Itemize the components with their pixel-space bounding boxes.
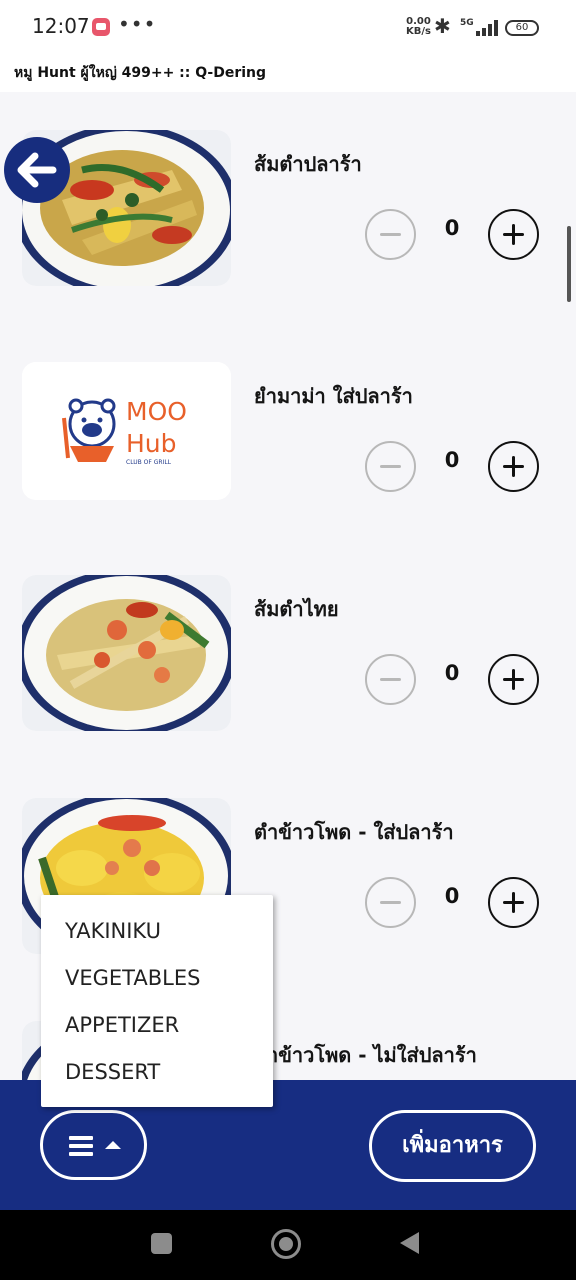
item-name: ส้มตำไทย bbox=[254, 597, 339, 621]
category-dropdown: YAKINIKU VEGETABLES APPETIZER DESSERT bbox=[41, 895, 273, 1107]
status-bar: 12:07 ••• 0.00 KB/s ✱ 5G 60 bbox=[0, 0, 576, 56]
logo-word-1: MOO bbox=[126, 397, 187, 426]
network-type: 5G bbox=[460, 18, 474, 28]
increase-quantity-button[interactable] bbox=[488, 441, 539, 492]
item-quantity: 0 bbox=[444, 661, 460, 685]
logo-tagline: CLUB OF GRILL bbox=[126, 459, 172, 466]
decrease-quantity-button[interactable] bbox=[365, 654, 416, 705]
item-quantity: 0 bbox=[444, 448, 460, 472]
bluetooth-icon: ✱ bbox=[434, 14, 451, 38]
category-option-dessert[interactable]: DESSERT bbox=[65, 1060, 160, 1084]
add-food-button[interactable]: เพิ่มอาหาร bbox=[369, 1110, 536, 1182]
status-time: 12:07 bbox=[32, 14, 90, 38]
network-speed-unit: KB/s bbox=[406, 26, 431, 37]
list-item: MOO Hub CLUB OF GRILL ยำมาม่า ใส่ปลาร้า … bbox=[0, 362, 576, 522]
home-icon[interactable] bbox=[271, 1229, 301, 1259]
decrease-quantity-button[interactable] bbox=[365, 441, 416, 492]
caret-up-icon bbox=[105, 1141, 121, 1149]
notification-app-icon bbox=[92, 18, 110, 36]
item-quantity: 0 bbox=[444, 884, 460, 908]
signal-icon: 5G bbox=[460, 18, 500, 38]
battery-icon: 60 bbox=[505, 20, 539, 36]
category-menu-button[interactable] bbox=[40, 1110, 147, 1180]
list-item: ส้มตำไทย 0 bbox=[0, 575, 576, 735]
food-image bbox=[22, 575, 231, 731]
back-button[interactable] bbox=[4, 137, 70, 203]
network-speed: 0.00 KB/s bbox=[406, 17, 431, 37]
item-quantity: 0 bbox=[444, 216, 460, 240]
increase-quantity-button[interactable] bbox=[488, 877, 539, 928]
item-name: ตำข้าวโพด - ไม่ใส่ปลาร้า bbox=[254, 1043, 477, 1067]
increase-quantity-button[interactable] bbox=[488, 209, 539, 260]
moo-hub-logo: MOO Hub CLUB OF GRILL bbox=[22, 362, 231, 500]
logo-word-2: Hub bbox=[126, 429, 177, 458]
system-back-icon[interactable] bbox=[400, 1232, 419, 1254]
category-option-appetizer[interactable]: APPETIZER bbox=[65, 1013, 179, 1037]
system-navigation-bar bbox=[0, 1210, 576, 1280]
more-notifications-icon: ••• bbox=[118, 12, 157, 36]
app-title-bar: หมู Hunt ผู้ใหญ่ 499++ :: Q-Dering bbox=[0, 56, 576, 92]
item-name: ยำมาม่า ใส่ปลาร้า bbox=[254, 384, 413, 408]
category-option-vegetables[interactable]: VEGETABLES bbox=[65, 966, 200, 990]
recent-apps-icon[interactable] bbox=[151, 1233, 172, 1254]
list-item: ส้มตำปลาร้า 0 bbox=[0, 130, 576, 290]
category-option-yakiniku[interactable]: YAKINIKU bbox=[65, 919, 161, 943]
item-name: ตำข้าวโพด - ใส่ปลาร้า bbox=[254, 820, 454, 844]
increase-quantity-button[interactable] bbox=[488, 654, 539, 705]
decrease-quantity-button[interactable] bbox=[365, 877, 416, 928]
item-name: ส้มตำปลาร้า bbox=[254, 152, 362, 176]
scrollbar[interactable] bbox=[567, 226, 571, 302]
arrow-left-icon bbox=[17, 152, 57, 188]
hamburger-icon bbox=[69, 1136, 93, 1156]
decrease-quantity-button[interactable] bbox=[365, 209, 416, 260]
page-title: หมู Hunt ผู้ใหญ่ 499++ :: Q-Dering bbox=[14, 65, 267, 81]
